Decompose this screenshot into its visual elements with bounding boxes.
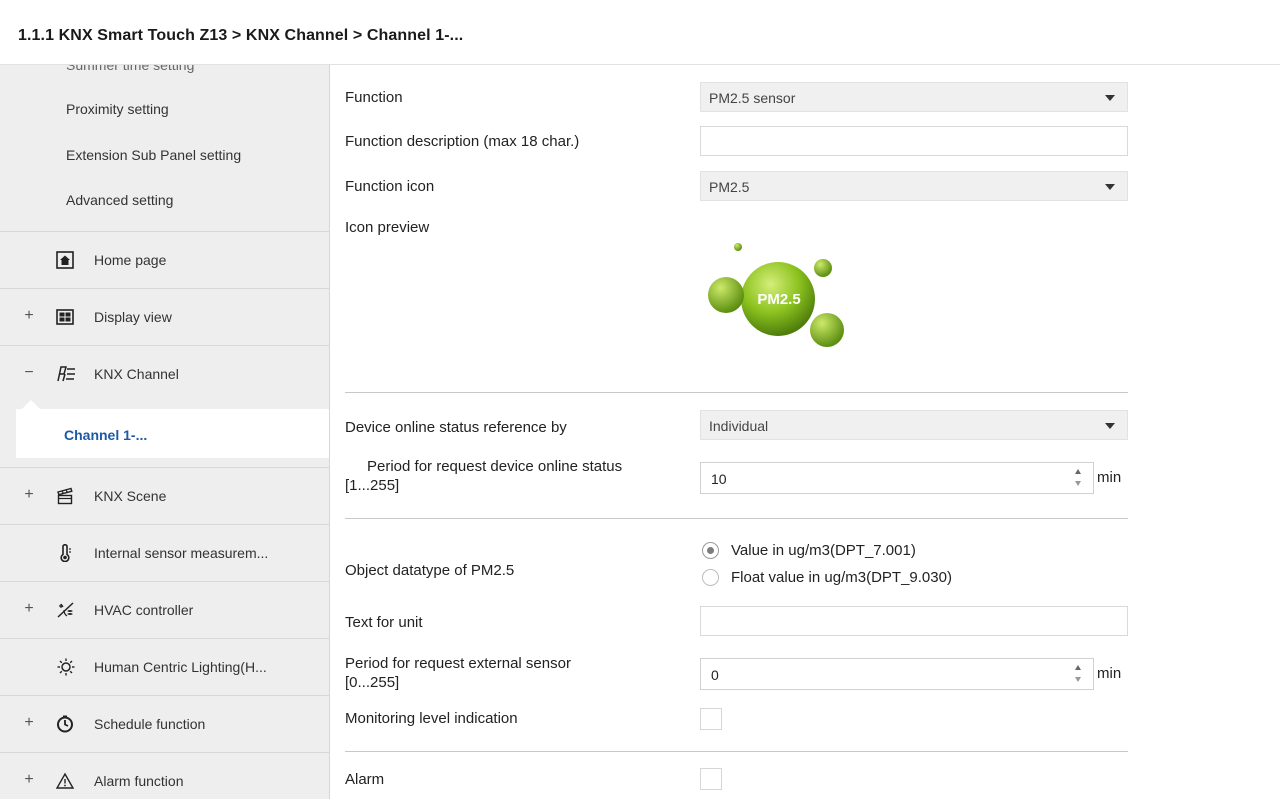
external-period-range: [0...255] <box>345 674 400 691</box>
header-bar: 1.1.1 KNX Smart Touch Z13 > KNX Channel … <box>0 0 1280 66</box>
knx-scene-icon <box>56 487 76 505</box>
chevron-down-icon <box>1105 184 1115 190</box>
radio-button-selected[interactable] <box>702 542 719 559</box>
function-description-input[interactable] <box>700 126 1128 156</box>
spin-down-icon[interactable] <box>1075 677 1081 682</box>
breadcrumb: 1.1.1 KNX Smart Touch Z13 > KNX Channel … <box>18 27 464 44</box>
display-view-icon <box>56 308 76 326</box>
hvac-icon <box>56 601 76 619</box>
sidebar-item-knx-channel[interactable]: − KNX Channel <box>0 345 329 402</box>
sidebar-item-label: Display view <box>94 309 172 325</box>
warning-icon <box>55 772 76 790</box>
sidebar-item-home-page[interactable]: Home page <box>0 231 329 288</box>
datatype-option-label: Float value in ug/m3(DPT_9.030) <box>731 569 952 586</box>
chevron-down-icon <box>1105 423 1115 429</box>
sidebar-item-human-centric-lighting[interactable]: Human Centric Lighting(H... <box>0 638 329 695</box>
expand-toggle[interactable]: + <box>22 771 36 789</box>
datatype-label: Object datatype of PM2.5 <box>345 562 515 579</box>
online-period-unit: min <box>1097 469 1122 486</box>
spin-down-icon[interactable] <box>1075 481 1081 486</box>
external-period-value: 0 <box>711 667 719 683</box>
sidebar-item-extension-sub-panel[interactable]: Extension Sub Panel setting <box>66 147 241 163</box>
sidebar-item-label: Internal sensor measurem... <box>94 545 269 561</box>
sidebar-item-alarm-function[interactable]: + Alarm function <box>0 752 329 799</box>
sidebar-item-knx-scene[interactable]: + KNX Scene <box>0 467 329 524</box>
sidebar-item-internal-sensor[interactable]: Internal sensor measurem... <box>0 524 329 581</box>
function-label: Function <box>345 89 403 106</box>
text-for-unit-input[interactable] <box>700 606 1128 636</box>
pm25-icon-text: PM2.5 <box>757 291 800 308</box>
section-divider <box>345 392 1128 393</box>
expand-toggle[interactable]: + <box>22 600 36 618</box>
function-icon-select-value: PM2.5 <box>709 179 750 195</box>
icon-preview-label: Icon preview <box>345 219 430 236</box>
online-period-value: 10 <box>711 471 727 487</box>
sidebar-item-channel-1[interactable]: Channel 1-... <box>16 409 329 458</box>
monitoring-level-label: Monitoring level indication <box>345 710 518 727</box>
sidebar-item-advanced[interactable]: Advanced setting <box>66 192 173 208</box>
function-icon-label: Function icon <box>345 178 435 195</box>
home-icon <box>56 251 76 269</box>
sidebar-item-label: KNX Scene <box>94 488 167 504</box>
function-icon-select[interactable]: PM2.5 <box>700 171 1128 201</box>
online-period-range: [1...255] <box>345 477 400 494</box>
online-status-reference-select[interactable]: Individual <box>700 410 1128 440</box>
online-period-stepper[interactable]: 10 <box>700 462 1094 494</box>
clock-icon <box>56 715 76 733</box>
function-select[interactable]: PM2.5 sensor <box>700 82 1128 112</box>
external-period-label: Period for request external sensor <box>345 655 571 672</box>
sidebar-item-label: Home page <box>94 252 167 268</box>
selected-notch <box>22 400 40 409</box>
expand-toggle[interactable]: + <box>22 307 36 325</box>
expand-toggle[interactable]: + <box>22 714 36 732</box>
sidebar-item-proximity[interactable]: Proximity setting <box>66 101 169 117</box>
parameter-form: Function PM2.5 sensor Function descripti… <box>330 65 1280 799</box>
sidebar-item-hvac-controller[interactable]: + HVAC controller <box>0 581 329 638</box>
sidebar-item-display-view[interactable]: + Display view <box>0 288 329 345</box>
radio-button[interactable] <box>702 569 719 586</box>
online-period-label: Period for request device online status <box>367 458 623 475</box>
collapse-toggle[interactable]: − <box>22 364 36 382</box>
section-divider <box>345 751 1128 752</box>
sidebar-item-label: Alarm function <box>94 773 184 789</box>
sidebar-item-label: HVAC controller <box>94 602 194 618</box>
alarm-label: Alarm <box>345 771 385 788</box>
sidebar-item-label: Channel 1-... <box>64 427 148 443</box>
online-status-reference-value: Individual <box>709 418 769 434</box>
online-status-reference-label: Device online status reference by <box>345 419 567 436</box>
chevron-down-icon <box>1105 95 1115 101</box>
knx-channel-icon <box>56 365 76 383</box>
alarm-checkbox[interactable] <box>700 768 722 790</box>
sidebar-item-label: KNX Channel <box>94 366 179 382</box>
pm25-icon: PM2.5 <box>702 235 852 350</box>
spin-up-icon[interactable] <box>1075 665 1081 670</box>
external-period-stepper[interactable]: 0 <box>700 658 1094 690</box>
sidebar-item-label: Schedule function <box>94 716 206 732</box>
external-period-unit: min <box>1097 665 1122 682</box>
section-divider <box>345 518 1128 519</box>
sidebar-item-summer-time[interactable]: Summer time setting <box>66 65 194 73</box>
function-description-label: Function description (max 18 char.) <box>345 133 580 150</box>
sensor-icon <box>56 543 76 563</box>
light-icon <box>56 658 76 676</box>
text-for-unit-label: Text for unit <box>345 614 423 631</box>
function-select-value: PM2.5 sensor <box>709 90 796 106</box>
spin-up-icon[interactable] <box>1075 469 1081 474</box>
monitoring-level-checkbox[interactable] <box>700 708 722 730</box>
sidebar-item-label: Human Centric Lighting(H... <box>94 659 267 675</box>
sidebar-item-schedule-function[interactable]: + Schedule function <box>0 695 329 752</box>
expand-toggle[interactable]: + <box>22 486 36 504</box>
datatype-option-label: Value in ug/m3(DPT_7.001) <box>731 542 916 559</box>
